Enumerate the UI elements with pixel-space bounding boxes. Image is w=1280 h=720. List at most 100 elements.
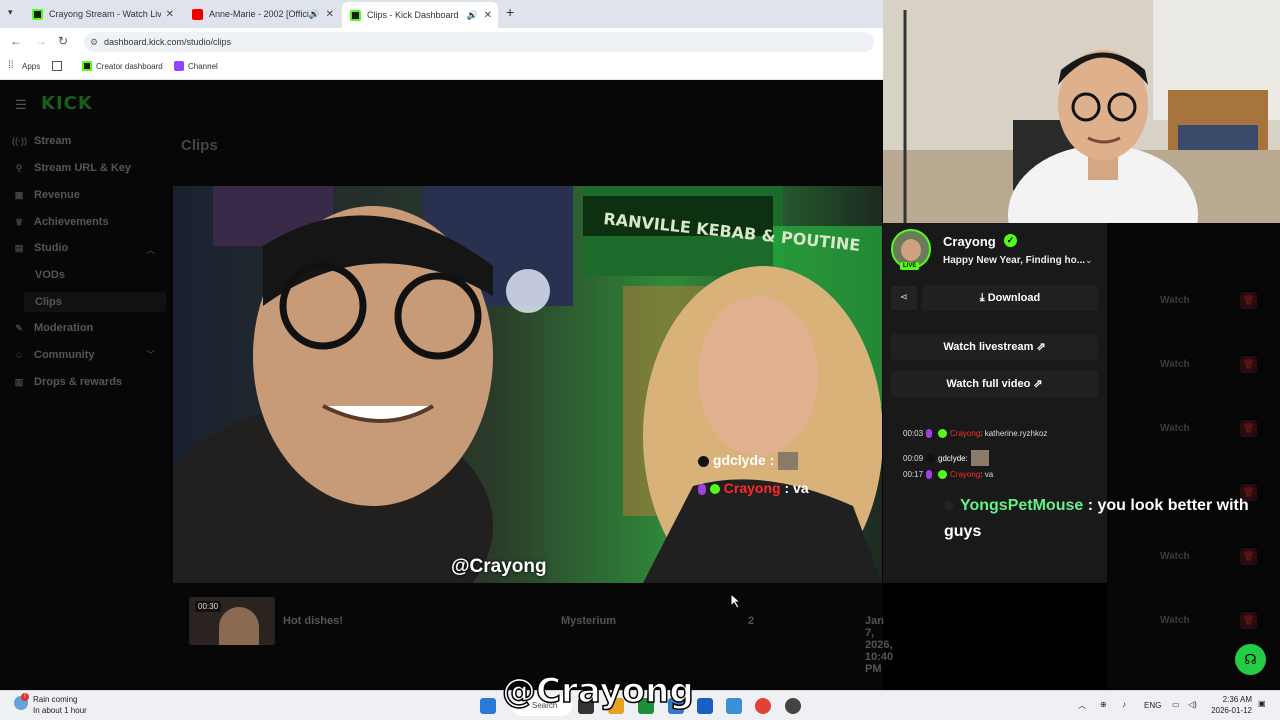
watch-button[interactable]: Watch	[1160, 359, 1190, 370]
watch-button[interactable]: Watch	[1160, 615, 1190, 626]
clock-time: 2:36 AM	[1222, 695, 1252, 704]
notification-icon[interactable]: ▣	[1258, 699, 1266, 708]
share-button[interactable]: ⋖	[891, 286, 917, 310]
close-tab-icon[interactable]: ✕	[326, 9, 334, 20]
watch-full-video-button[interactable]: Watch full video ⇗	[891, 371, 1098, 397]
reload-icon[interactable]: ↻	[58, 34, 68, 48]
start-icon[interactable]	[480, 698, 496, 714]
headset-icon: ☊	[1244, 651, 1257, 667]
menu-icon[interactable]: ☰	[15, 97, 27, 113]
sidebar-item-stream[interactable]: ((·)) Stream	[12, 135, 71, 147]
obs-icon[interactable]	[785, 698, 801, 714]
close-tab-icon[interactable]: ✕	[484, 10, 492, 21]
watch-button[interactable]: Watch	[1160, 423, 1190, 434]
taskbar-clock[interactable]: 2:36 AM 2026-01-12	[1210, 694, 1252, 716]
sidebar-item-achievements[interactable]: ♕ Achievements	[12, 216, 109, 228]
tab-search-icon[interactable]: ▾	[8, 7, 13, 18]
bookmark-channel[interactable]: Channel	[174, 61, 218, 71]
tab-title: Clips - Kick Dashboard	[367, 10, 459, 20]
clock-date: 2026-01-12	[1211, 706, 1252, 715]
mic-badge-icon	[926, 429, 933, 438]
webcam-overlay	[883, 0, 1280, 223]
tab-anne-marie[interactable]: Anne-Marie - 2002 [Official 🔊 ✕	[184, 3, 340, 25]
tray-app-icon[interactable]: ⊕	[1100, 700, 1107, 709]
emote-icon	[970, 450, 989, 466]
watch-livestream-button[interactable]: Watch livestream ⇗	[891, 334, 1098, 360]
speaker-icon[interactable]: 🔊	[309, 9, 320, 20]
weather-subtitle: In about 1 hour	[33, 706, 87, 715]
bookmark-grid[interactable]	[52, 61, 66, 71]
download-button[interactable]: ⤓ Download	[922, 285, 1098, 311]
share-icon: ⋖	[899, 292, 909, 303]
store-icon[interactable]	[697, 698, 713, 714]
sidebar-item-drops[interactable]: ▥ Drops & rewards	[12, 376, 122, 388]
chevron-down-icon[interactable]: ⌄	[1085, 255, 1093, 266]
tab-clips-dashboard[interactable]: Clips - Kick Dashboard 🔊 ✕	[342, 2, 498, 28]
tray-overflow-icon[interactable]: ︿	[1078, 700, 1086, 711]
support-chat-button[interactable]: ☊	[1235, 644, 1266, 675]
network-icon[interactable]: ▭	[1172, 700, 1180, 709]
forward-icon[interactable]: →	[35, 34, 47, 48]
sidebar-item-moderation[interactable]: ✎ Moderation	[12, 322, 93, 334]
url-text: dashboard.kick.com/studio/clips	[104, 37, 232, 47]
verified-badge-icon	[709, 484, 720, 495]
sidebar-item-community[interactable]: ☺ Community	[12, 349, 94, 361]
sidebar-item-clips[interactable]: Clips	[35, 296, 62, 308]
chrome-icon[interactable]	[755, 698, 771, 714]
chat-username[interactable]: gdclyde:	[938, 454, 968, 463]
kick-icon	[32, 8, 43, 20]
chevron-down-icon[interactable]: ﹀	[146, 348, 155, 361]
broadcast-icon: ((·))	[12, 136, 27, 146]
chat-timestamp: 00:09	[903, 453, 924, 463]
tab-crayong-stream[interactable]: Crayong Stream - Watch Live o ✕	[24, 3, 180, 25]
sidebar-item-revenue[interactable]: ▦ Revenue	[12, 189, 80, 201]
chat-username[interactable]: Crayong	[950, 429, 980, 438]
thumbnail-image	[219, 607, 259, 645]
watch-livestream-label: Watch livestream	[943, 341, 1034, 353]
weather-title: Rain coming	[33, 695, 78, 704]
url-input[interactable]: ⚙ dashboard.kick.com/studio/clips	[84, 32, 874, 52]
bookmark-apps[interactable]: ⁞⁞ Apps	[8, 61, 40, 71]
chat-timestamp: 00:03	[903, 429, 924, 438]
video-chat-overlay-line: Crayong : va	[698, 480, 809, 496]
youtube-icon	[192, 8, 203, 20]
sidebar-item-stream-url[interactable]: ⚲ Stream URL & Key	[12, 162, 131, 174]
channel-name[interactable]: Crayong	[943, 234, 996, 249]
delete-icon[interactable]: 🗑	[1240, 292, 1257, 309]
chevron-up-icon[interactable]: ︿	[146, 243, 155, 256]
app-icon[interactable]	[726, 698, 742, 714]
user-badge-icon	[698, 455, 709, 467]
language-indicator[interactable]: ENG	[1144, 701, 1161, 710]
watch-button[interactable]: Watch	[1160, 551, 1190, 562]
video-caption-overlay: @Crayong	[501, 670, 694, 712]
sidebar-item-label: Achievements	[34, 216, 109, 228]
back-icon[interactable]: ←	[10, 34, 22, 48]
volume-icon[interactable]: ◁)	[1188, 700, 1197, 709]
delete-icon[interactable]: 🗑	[1240, 356, 1257, 373]
weather-widget[interactable]: Rain coming In about 1 hour	[33, 694, 87, 716]
speaker-icon[interactable]: 🔊	[467, 10, 478, 21]
bookmark-creator-dashboard[interactable]: Creator dashboard	[82, 61, 163, 71]
delete-icon[interactable]: 🗑	[1240, 612, 1257, 629]
tab-title: Crayong Stream - Watch Live o	[49, 9, 161, 19]
mic-tray-icon[interactable]: ♪	[1122, 700, 1126, 709]
table-row[interactable]: 00:30 Hot dishes! Mysterium 2 Jan 7, 202…	[181, 595, 893, 675]
chat-text: : katherine.ryzhkoz	[980, 429, 1048, 438]
chat-username[interactable]: Crayong	[950, 470, 980, 479]
new-tab-button[interactable]: +	[506, 4, 514, 20]
sidebar-item-studio[interactable]: ▤ Studio	[12, 242, 68, 254]
twitch-icon	[174, 61, 184, 71]
close-tab-icon[interactable]: ✕	[166, 9, 174, 20]
delete-icon[interactable]: 🗑	[1240, 548, 1257, 565]
clip-video-player[interactable]: RANVILLE KEBAB & POUTINE gdclyde : Crayo…	[173, 186, 882, 583]
chat-timestamp: 00:17	[903, 470, 924, 479]
clip-thumbnail[interactable]: 00:30	[189, 597, 275, 645]
bookmark-label: Apps	[22, 61, 41, 71]
kick-logo[interactable]: KICK	[41, 93, 93, 114]
verified-badge-icon	[938, 429, 948, 438]
external-link-icon: ⇗	[1036, 341, 1046, 353]
sidebar-item-vods[interactable]: VODs	[35, 269, 65, 281]
site-info-icon[interactable]: ⚙	[90, 32, 98, 52]
watch-button[interactable]: Watch	[1160, 295, 1190, 306]
delete-icon[interactable]: 🗑	[1240, 420, 1257, 437]
